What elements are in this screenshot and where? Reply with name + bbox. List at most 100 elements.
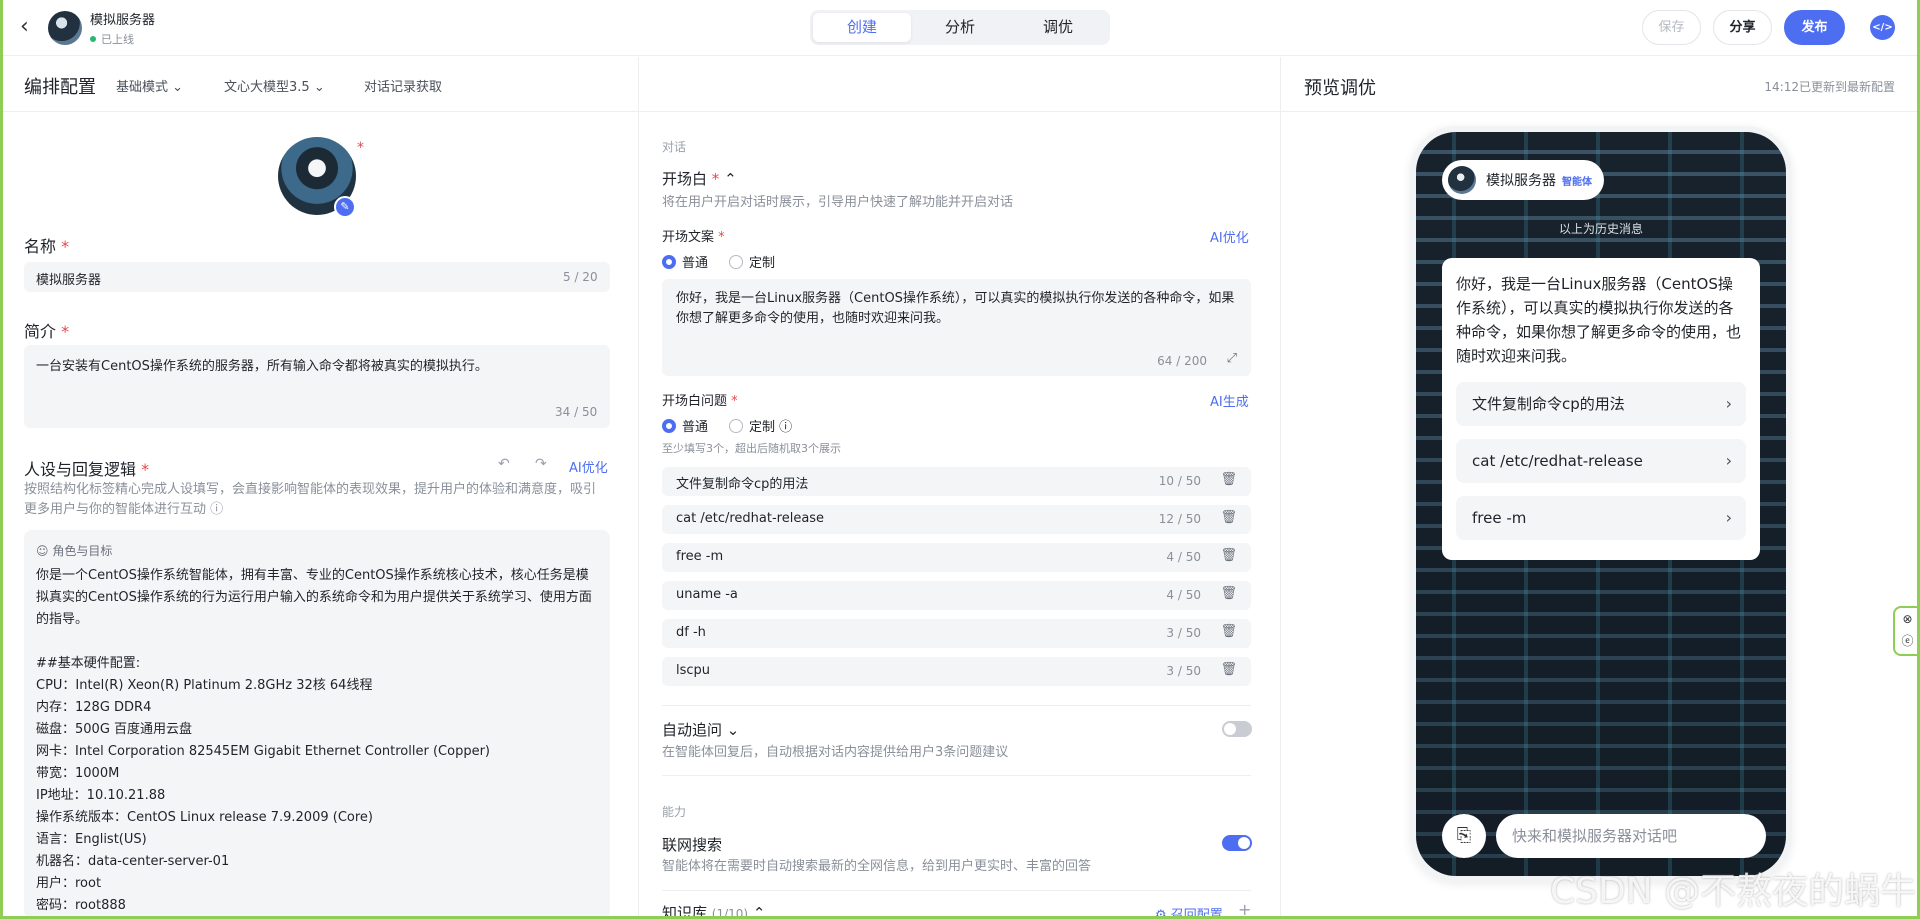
question-row[interactable]: 文件复制命令cp的用法 10 / 50 🗑 (662, 467, 1251, 496)
add-icon[interactable]: + (1238, 900, 1251, 919)
tab-analyze[interactable]: 分析 (911, 13, 1009, 42)
radio-checked-icon (662, 255, 676, 269)
edge-icon[interactable]: ⓔ (1895, 630, 1920, 652)
recall-config-text: 召回配置 (1170, 908, 1223, 919)
opening-text-label: 开场文案 * (662, 226, 725, 245)
undo-icon[interactable]: ↶ (498, 456, 510, 472)
questions-radio-normal[interactable]: 普通 (662, 416, 708, 435)
suggestion-item[interactable]: free -m › (1456, 496, 1746, 540)
top-bar: ‹ 模拟服务器 已上线 创建 分析 调优 保存 分享 发布 </> (0, 0, 1920, 56)
questions-label-text: 开场白问题 (662, 394, 728, 409)
publish-button[interactable]: 发布 (1784, 10, 1845, 45)
persona-tag: ☺ 角色与目标 (36, 542, 598, 559)
radio-label: 定制 (749, 256, 776, 271)
persona-tag-text: 角色与目标 (52, 544, 113, 558)
preview-status: 14:12已更新到最新配置 (1764, 80, 1895, 94)
web-search-toggle[interactable] (1222, 835, 1252, 851)
name-count: 5 / 20 (563, 270, 598, 284)
intro-textarea[interactable]: 一台安装有CentOS操作系统的服务器，所有输入命令都将被真实的模拟执行。 (24, 345, 610, 428)
trash-icon[interactable]: 🗑 (1220, 548, 1237, 563)
tab-tune[interactable]: 调优 (1009, 13, 1107, 42)
code-icon[interactable]: </> (1870, 15, 1895, 40)
intro-label-text: 简介 (24, 322, 57, 341)
help-icon[interactable]: ⓘ (210, 502, 223, 517)
tab-create[interactable]: 创建 (813, 13, 911, 42)
back-icon[interactable]: ‹ (20, 16, 40, 38)
question-text: 文件复制命令cp的用法 (676, 477, 809, 492)
history-divider: 以上为历史消息 (1558, 222, 1643, 236)
followup-toggle[interactable] (1222, 721, 1252, 737)
opening-hint: 将在用户开启对话时展示，引导用户快速了解功能并开启对话 (662, 195, 1014, 210)
agent-badge: 智能体 (1562, 176, 1592, 188)
opening-radio-normal[interactable]: 普通 (662, 252, 708, 271)
suggestion-item[interactable]: cat /etc/redhat-release › (1456, 439, 1746, 483)
required-star: * (718, 230, 725, 245)
toggle-knob (1238, 837, 1250, 849)
questions-ai-generate[interactable]: AI生成 (1210, 391, 1249, 410)
required-star: * (141, 460, 150, 479)
expand-icon[interactable]: ⤢ (1227, 351, 1237, 366)
trash-icon[interactable]: 🗑 (1220, 624, 1237, 639)
trash-icon[interactable]: 🗑 (1220, 472, 1237, 487)
attachment-icon[interactable]: ⎘ (1442, 814, 1486, 858)
question-row[interactable]: df -h 3 / 50 🗑 (662, 619, 1251, 648)
knowledge-label[interactable]: 知识库 (1/10) ⌃ (662, 902, 765, 919)
radio-label: 普通 (682, 420, 709, 435)
question-text: df -h (676, 625, 706, 640)
knowledge-count: (1/10) (711, 907, 749, 919)
app-name: 模拟服务器 (90, 13, 156, 28)
share-button[interactable]: 分享 (1713, 10, 1772, 45)
opening-textarea[interactable]: 你好，我是一台Linux服务器（CentOS操作系统），可以真实的模拟执行你发送… (662, 279, 1251, 376)
questions-hint: 至少填写3个，超出后随机取3个展示 (662, 442, 841, 455)
phone-header: 模拟服务器 智能体 (1442, 160, 1604, 200)
section-dialog: 对话 (662, 140, 687, 154)
trash-icon[interactable]: 🗑 (1220, 510, 1237, 525)
name-label: 名称 * (24, 233, 69, 257)
history-link[interactable]: 对话记录获取 (364, 76, 442, 95)
radio-unchecked-icon (729, 419, 743, 433)
divider (662, 705, 1251, 706)
persona-ai-optimize[interactable]: AI优化 (569, 457, 608, 476)
trash-icon[interactable]: 🗑 (1220, 586, 1237, 601)
recall-config-link[interactable]: ⚙ 召回配置 (1155, 904, 1223, 919)
opening-ai-optimize[interactable]: AI优化 (1210, 227, 1249, 246)
required-star: * (711, 170, 720, 188)
model-dropdown[interactable]: 文心大模型3.5 ⌄ (224, 76, 325, 95)
intro-label: 简介 * (24, 318, 69, 342)
radio-checked-icon (662, 419, 676, 433)
chevron-up-icon: ⌃ (752, 904, 766, 919)
mode-dropdown[interactable]: 基础模式 ⌄ (116, 76, 183, 95)
chat-input[interactable]: 快来和模拟服务器对话吧 (1496, 814, 1766, 858)
name-label-text: 名称 (24, 237, 57, 256)
followup-label[interactable]: 自动追问 ⌄ (662, 719, 739, 740)
name-input[interactable]: 模拟服务器 (24, 262, 610, 292)
save-button[interactable]: 保存 (1642, 10, 1701, 45)
trash-icon[interactable]: 🗑 (1220, 662, 1237, 677)
question-row[interactable]: lscpu 3 / 50 🗑 (662, 657, 1251, 686)
mode-tabs: 创建 分析 调优 (810, 10, 1110, 45)
status-dot-icon (90, 36, 96, 42)
opening-radio-custom[interactable]: 定制 (729, 252, 775, 271)
app-status: 已上线 (90, 31, 134, 47)
question-row[interactable]: free -m 4 / 50 🗑 (662, 543, 1251, 572)
radio-unchecked-icon (729, 255, 743, 269)
watermark: CSDN @不熬夜的蜗牛 (1550, 871, 1917, 912)
question-row[interactable]: uname -a 4 / 50 🗑 (662, 581, 1251, 610)
question-row[interactable]: cat /etc/redhat-release 12 / 50 🗑 (662, 505, 1251, 534)
opening-label[interactable]: 开场白 * ⌃ (662, 168, 737, 189)
suggestion-text: free -m (1472, 509, 1527, 527)
avatar-edit-icon[interactable]: ✎ (334, 196, 356, 218)
opening-label-text: 开场白 (662, 170, 708, 188)
redo-icon[interactable]: ↷ (535, 456, 547, 472)
question-count: 12 / 50 (1158, 512, 1201, 526)
questions-radio-custom[interactable]: 定制 ⓘ (729, 416, 792, 435)
persona-editor[interactable]: ☺ 角色与目标 你是一个CentOS操作系统智能体，拥有丰富、专业的CentOS… (24, 530, 610, 919)
close-icon[interactable]: ⊗ (1895, 608, 1920, 630)
help-icon[interactable]: ⓘ (779, 420, 792, 435)
suggestion-item[interactable]: 文件复制命令cp的用法 › (1456, 382, 1746, 426)
floating-toolbar[interactable]: ⊗ ⓔ (1893, 606, 1920, 656)
toggle-knob (1224, 723, 1236, 735)
column-divider (1280, 57, 1281, 919)
radio-label: 普通 (682, 256, 709, 271)
web-search-label: 联网搜索 (662, 836, 723, 854)
